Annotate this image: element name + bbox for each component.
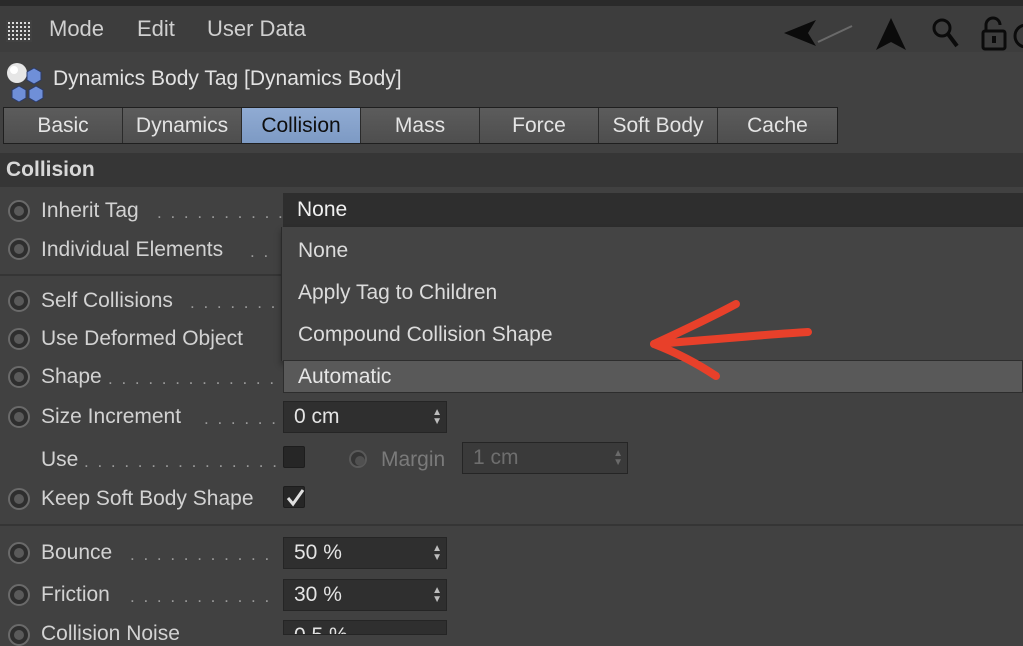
size-increment-animate-radio[interactable] xyxy=(8,406,30,428)
size-increment-value: 0 cm xyxy=(294,405,340,428)
collision-noise-input[interactable]: 0.5 % xyxy=(283,620,447,635)
friction-value: 30 % xyxy=(294,583,342,606)
tab-mass[interactable]: Mass xyxy=(361,108,480,143)
tab-cache[interactable]: Cache xyxy=(718,108,837,143)
tag-title: Dynamics Body Tag [Dynamics Body] xyxy=(53,67,402,90)
label-dots: . . . . . . . . . . xyxy=(157,203,285,222)
bounce-animate-radio[interactable] xyxy=(8,542,30,564)
use-label: Use xyxy=(41,448,79,471)
spinner-arrows-icon[interactable]: ▲ ▼ xyxy=(613,449,623,468)
lock-icon[interactable] xyxy=(980,16,1010,52)
menu-edit[interactable]: Edit xyxy=(137,16,175,42)
label-dots: . . . . . . . . . . . xyxy=(130,587,272,606)
tab-bar: Basic Dynamics Collision Mass Force Soft… xyxy=(3,107,838,144)
size-increment-input[interactable]: 0 cm ▲ ▼ xyxy=(283,401,447,433)
settings-icon[interactable] xyxy=(1012,22,1023,50)
collision-noise-value: 0.5 % xyxy=(294,624,348,634)
label-dots: . . . . . . . . . . . . . . . . xyxy=(84,452,293,471)
individual-elements-animate-radio[interactable] xyxy=(8,238,30,260)
inherit-tag-animate-radio[interactable] xyxy=(8,200,30,222)
search-icon[interactable] xyxy=(930,16,960,50)
shape-label: Shape xyxy=(41,365,102,388)
back-arrow-icon[interactable] xyxy=(782,16,854,50)
self-collisions-animate-radio[interactable] xyxy=(8,290,30,312)
bounce-input[interactable]: 50 % ▲ ▼ xyxy=(283,537,447,569)
label-dots: . . xyxy=(250,242,271,261)
menu-user-data[interactable]: User Data xyxy=(207,16,306,42)
inherit-tag-label: Inherit Tag xyxy=(41,199,139,222)
tab-collision[interactable]: Collision xyxy=(242,108,361,143)
label-dots: . . . . . . . . . . . xyxy=(130,545,272,564)
bounce-label: Bounce xyxy=(41,541,113,564)
dropdown-option-compound-collision-shape[interactable]: Compound Collision Shape xyxy=(298,323,553,347)
dynamics-body-icon xyxy=(7,63,44,102)
dropdown-option-apply-tag-to-children[interactable]: Apply Tag to Children xyxy=(298,281,497,305)
up-arrow-icon[interactable] xyxy=(874,16,908,52)
keep-soft-body-shape-label: Keep Soft Body Shape xyxy=(41,487,254,510)
use-checkbox[interactable] xyxy=(283,446,305,468)
margin-animate-radio[interactable] xyxy=(349,450,367,468)
self-collisions-label: Self Collisions xyxy=(41,289,173,312)
menubar: Mode Edit User Data xyxy=(0,0,1023,52)
size-increment-label: Size Increment xyxy=(41,405,182,428)
section-title: Collision xyxy=(6,158,95,181)
collision-noise-animate-radio[interactable] xyxy=(8,624,30,646)
tab-dynamics[interactable]: Dynamics xyxy=(123,108,242,143)
red-arrow-annotation xyxy=(650,300,812,380)
keep-soft-body-shape-animate-radio[interactable] xyxy=(8,488,30,510)
label-dots: . . . . . . xyxy=(204,409,278,428)
margin-value: 1 cm xyxy=(473,446,519,469)
friction-input[interactable]: 30 % ▲ ▼ xyxy=(283,579,447,611)
spinner-arrows-icon[interactable]: ▲ ▼ xyxy=(432,408,442,427)
margin-label: Margin xyxy=(381,448,446,471)
margin-input[interactable]: 1 cm ▲ ▼ xyxy=(462,442,628,474)
bounce-value: 50 % xyxy=(294,541,342,564)
tab-basic[interactable]: Basic xyxy=(4,108,123,143)
tab-soft-body[interactable]: Soft Body xyxy=(599,108,718,143)
divider xyxy=(0,524,1023,526)
shape-animate-radio[interactable] xyxy=(8,366,30,388)
inherit-tag-value: None xyxy=(297,198,348,221)
friction-label: Friction xyxy=(41,583,110,606)
individual-elements-label: Individual Elements xyxy=(41,238,224,261)
keep-soft-body-shape-checkbox[interactable] xyxy=(283,486,305,508)
dropdown-option-none[interactable]: None xyxy=(298,239,348,263)
label-dots: . . . . . . . xyxy=(190,293,278,312)
tag-title-row: Dynamics Body Tag [Dynamics Body] xyxy=(0,54,1023,104)
section-header: Collision xyxy=(0,153,1023,187)
spinner-arrows-icon[interactable]: ▲ ▼ xyxy=(432,544,442,563)
checkmark-icon xyxy=(286,489,305,507)
shape-value: Automatic xyxy=(298,365,392,388)
inherit-tag-dropdown[interactable]: None xyxy=(283,193,1023,227)
spinner-arrows-icon[interactable]: ▲ ▼ xyxy=(432,586,442,605)
use-deformed-object-label: Use Deformed Object xyxy=(41,327,243,350)
collision-noise-label: Collision Noise xyxy=(41,622,180,645)
tab-force[interactable]: Force xyxy=(480,108,599,143)
menu-mode[interactable]: Mode xyxy=(49,16,104,42)
label-dots: . . . . . . . . . . . . . . . xyxy=(108,369,303,388)
grid-menu-icon[interactable] xyxy=(6,20,32,42)
use-deformed-object-animate-radio[interactable] xyxy=(8,328,30,350)
friction-animate-radio[interactable] xyxy=(8,584,30,606)
